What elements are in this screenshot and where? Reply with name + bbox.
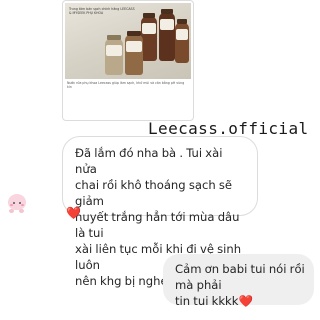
product-bottle [175, 19, 189, 63]
contact-avatar[interactable] [4, 192, 32, 216]
post-header-text: Trung tâm bán sạch chính hãng LEECASS & … [69, 7, 135, 15]
heart-reaction-icon: ❤️ [66, 206, 81, 220]
outgoing-message-text: Cảm ơn babi tui nói rồi mà phải tin tui … [175, 261, 308, 309]
outgoing-message-bubble[interactable]: Cảm ơn babi tui nói rồi mà phải tin tui … [163, 254, 314, 308]
product-bottle [159, 9, 175, 61]
shared-post-preview[interactable]: Trung tâm bán sạch chính hãng LEECASS & … [62, 0, 194, 121]
product-bottle [105, 35, 123, 75]
product-bottle [141, 13, 157, 61]
incoming-message-bubble[interactable]: Đã lắm đó nha bà . Tui xài nửa chai rồi … [62, 136, 258, 288]
heart-icon: ❤️ [238, 294, 253, 308]
product-photo: Trung tâm bán sạch chính hãng LEECASS & … [65, 3, 191, 79]
product-bottle [125, 31, 143, 75]
avatar-head [8, 194, 26, 210]
post-caption-text: Nước rửa phụ khoa Leecass giúp làm sạch,… [67, 81, 185, 90]
